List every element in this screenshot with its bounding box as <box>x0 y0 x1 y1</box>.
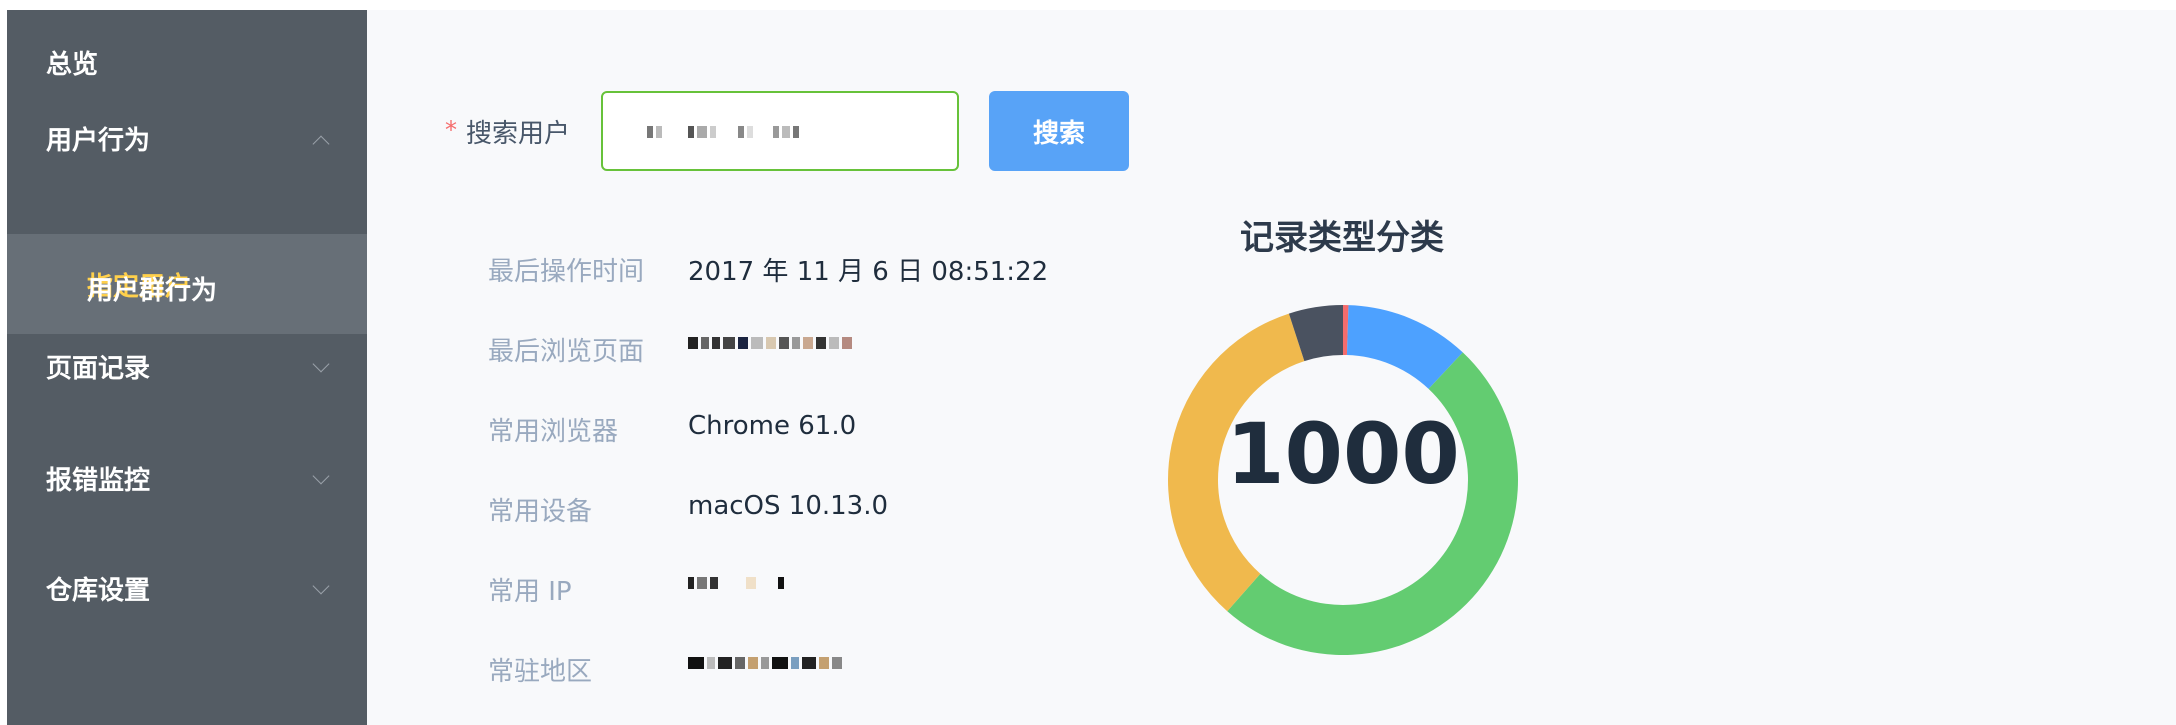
chart-center-value: 1000 <box>1226 405 1460 503</box>
chevron-down-icon <box>312 355 330 373</box>
chevron-down-icon <box>312 467 330 485</box>
chevron-down-icon <box>312 577 330 595</box>
redacted-ip <box>688 572 784 594</box>
last-op-time-value: 2017 年 11 月 6 日 08:51:22 <box>688 257 1049 287</box>
sidebar-item-label: 仓库设置 <box>46 576 151 606</box>
region-label: 常驻地区 <box>488 657 593 687</box>
sidebar-item-label: 用户行为 <box>46 126 151 156</box>
sidebar-item-label: 报错监控 <box>46 466 151 496</box>
device-value: macOS 10.13.0 <box>688 491 889 521</box>
search-label: 搜索用户 <box>466 119 571 149</box>
browser-value: Chrome 61.0 <box>688 411 857 441</box>
sidebar: 总览 用户行为 指定用户 用户群行为 页面记录 报错监控 仓库设置 <box>7 10 367 725</box>
redacted-region <box>688 652 842 674</box>
last-page-label: 最后浏览页面 <box>488 337 645 367</box>
search-input[interactable] <box>601 91 959 171</box>
chevron-up-icon <box>312 135 330 153</box>
device-label: 常用设备 <box>488 497 593 527</box>
sidebar-item-label: 总览 <box>46 50 99 80</box>
browser-label: 常用浏览器 <box>488 417 619 447</box>
redacted-search-value <box>647 121 799 143</box>
required-mark: * <box>445 116 457 144</box>
ip-label: 常用 IP <box>488 577 572 607</box>
chart-title: 记录类型分类 <box>1240 218 1444 258</box>
sidebar-item-label: 用户群行为 <box>87 276 218 306</box>
redacted-last-page <box>688 332 852 354</box>
search-button[interactable]: 搜索 <box>989 91 1129 171</box>
last-op-time-label: 最后操作时间 <box>488 257 645 287</box>
sidebar-item-label: 页面记录 <box>46 354 151 384</box>
donut-slice-2[interactable] <box>1227 352 1518 656</box>
